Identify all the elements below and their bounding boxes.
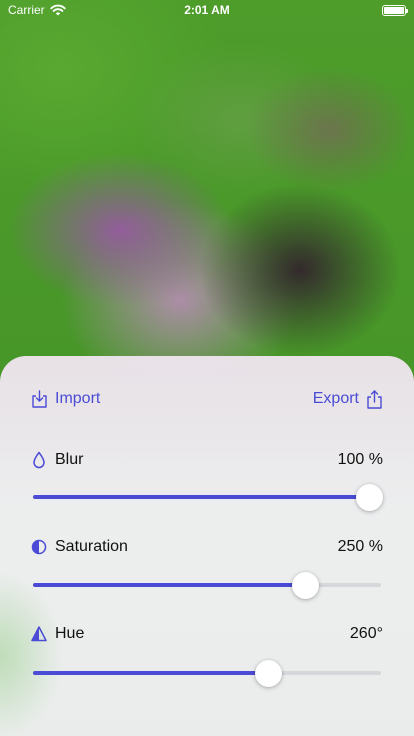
wifi-icon (49, 4, 66, 16)
adjustments-panel: Import Export Blur 100 % Saturation 250 … (0, 356, 414, 736)
hue-name: Hue (31, 625, 84, 643)
hue-slider[interactable] (33, 658, 381, 688)
triangle-icon (31, 626, 47, 642)
blur-slider-thumb[interactable] (356, 484, 383, 511)
saturation-name: Saturation (31, 538, 128, 556)
import-icon (32, 389, 47, 408)
share-icon (367, 389, 382, 409)
blur-name: Blur (31, 451, 83, 469)
action-bar: Import Export (31, 386, 383, 412)
status-bar: Carrier 2:01 AM (0, 0, 414, 20)
hue-row: Hue 260° (31, 623, 383, 645)
saturation-slider-fill (33, 583, 305, 587)
import-label: Import (55, 390, 101, 407)
half-circle-icon (31, 539, 47, 555)
blur-row: Blur 100 % (31, 449, 383, 471)
hue-slider-thumb[interactable] (255, 660, 282, 687)
carrier-label: Carrier (8, 3, 45, 17)
export-button[interactable]: Export (312, 389, 383, 409)
blur-slider[interactable] (33, 482, 383, 512)
status-left: Carrier (8, 3, 66, 17)
saturation-slider[interactable] (33, 570, 381, 600)
hue-value: 260° (349, 625, 383, 642)
export-label: Export (312, 390, 359, 407)
saturation-value: 250 % (337, 538, 383, 555)
saturation-row: Saturation 250 % (31, 536, 383, 558)
blur-value: 100 % (337, 451, 383, 468)
hue-slider-fill (33, 671, 268, 675)
blur-slider-fill (33, 495, 369, 499)
blur-label: Blur (55, 451, 84, 468)
import-button[interactable]: Import (31, 389, 101, 409)
drop-icon (33, 451, 45, 469)
battery-icon (382, 4, 408, 16)
saturation-slider-thumb[interactable] (292, 572, 319, 599)
hue-label: Hue (55, 625, 85, 642)
saturation-label: Saturation (55, 538, 128, 555)
battery-level (384, 6, 404, 14)
